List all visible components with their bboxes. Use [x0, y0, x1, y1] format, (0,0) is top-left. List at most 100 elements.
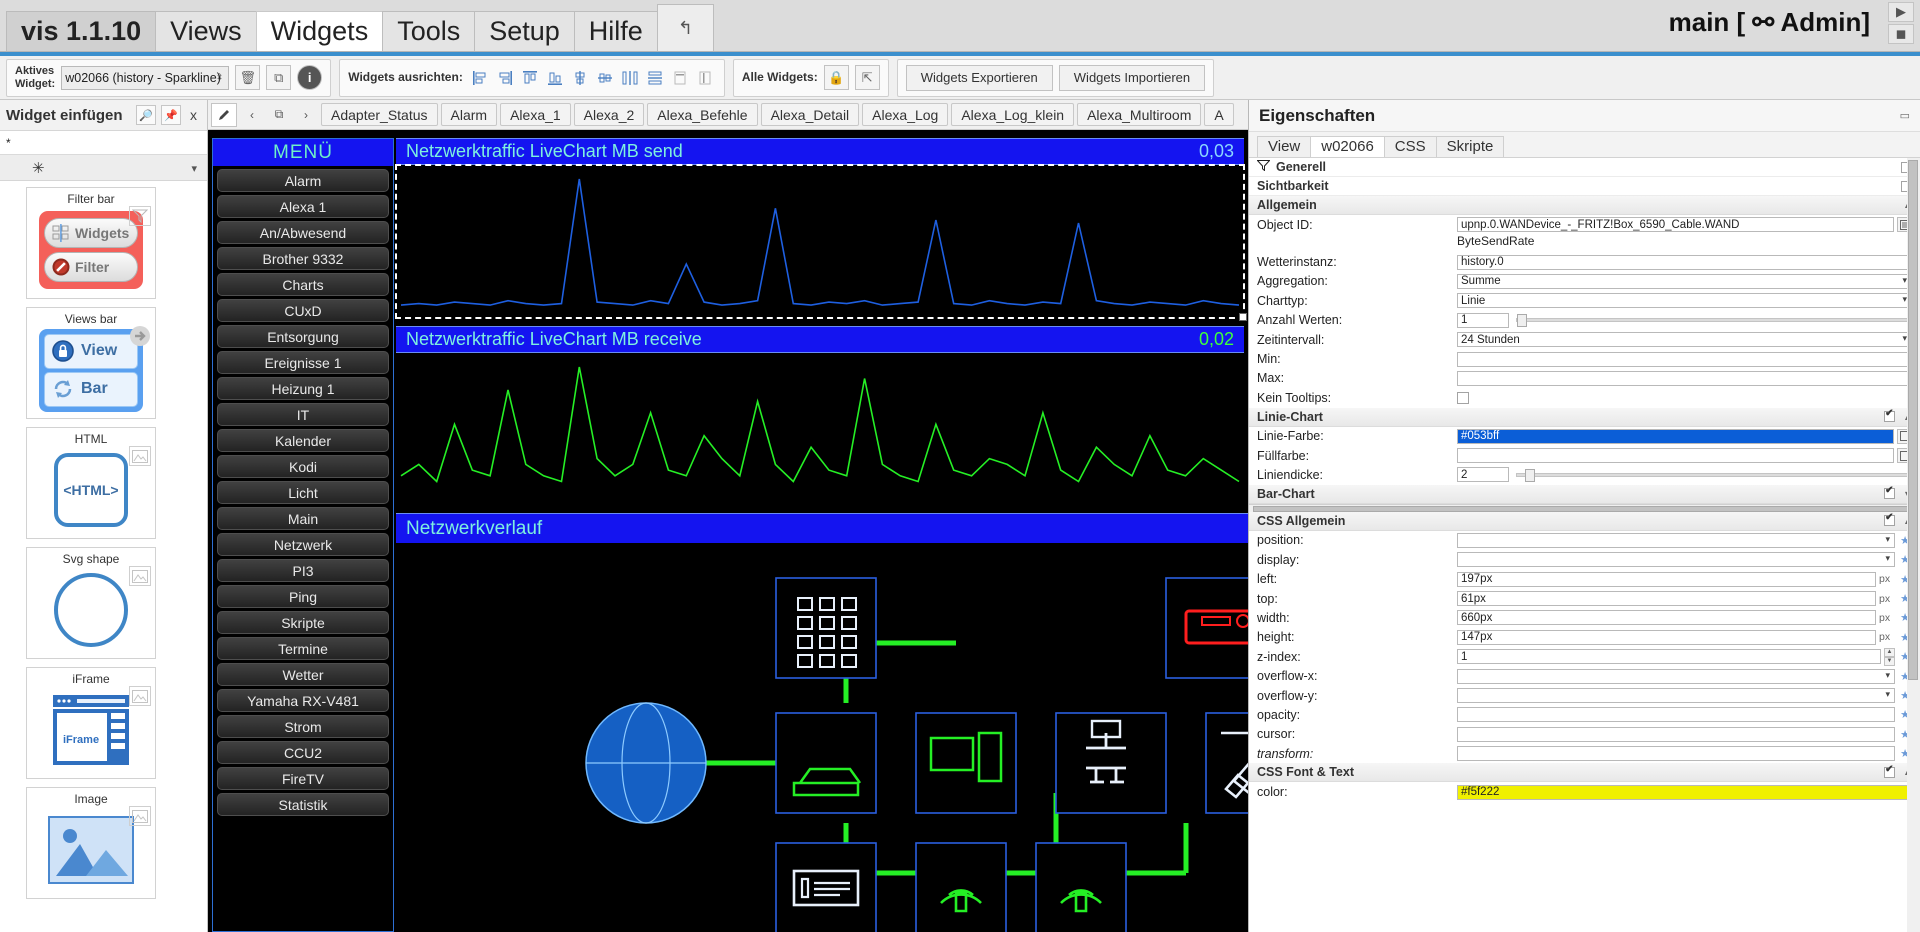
play-icon[interactable]: ▶: [1888, 1, 1914, 22]
view-menu-item[interactable]: Yamaha RX-V481: [217, 689, 389, 712]
slider-knob[interactable]: [1525, 468, 1535, 482]
overflow-y-select[interactable]: [1457, 688, 1895, 703]
minimize-icon[interactable]: ▭: [1900, 109, 1910, 122]
menu-tab-widgets[interactable]: Widgets: [255, 11, 384, 51]
anzahl-werten-input[interactable]: 1: [1457, 312, 1509, 328]
view-tab-alexa-log-klein[interactable]: Alexa_Log_klein: [951, 103, 1075, 126]
section-sichtbarkeit[interactable]: Sichtbarkeit: [1249, 177, 1920, 196]
section-checkbox[interactable]: [1884, 485, 1896, 500]
view-menu-item[interactable]: Ping: [217, 585, 389, 608]
properties-tab-skripte[interactable]: Skripte: [1435, 136, 1505, 157]
menu-tab-setup[interactable]: Setup: [474, 11, 575, 51]
view-tab-adapter-status[interactable]: Adapter_Status: [321, 103, 438, 126]
view-tab-alexa-multiroom[interactable]: Alexa_Multiroom: [1077, 103, 1202, 126]
distribute-horizontal-icon[interactable]: [619, 66, 641, 90]
undo-icon[interactable]: ↰: [656, 4, 714, 51]
chart-send[interactable]: Netzwerktraffic LiveChart MB send 0,03: [395, 138, 1247, 321]
close-icon[interactable]: x: [186, 107, 201, 123]
liniendicke-input[interactable]: 2: [1457, 467, 1509, 483]
aggregation-select[interactable]: Summe: [1457, 273, 1912, 289]
object-id-input[interactable]: upnp.0.WANDevice_-_FRITZ!Box_6590_Cable.…: [1457, 217, 1894, 233]
view-menu-item[interactable]: Termine: [217, 637, 389, 660]
palette-group-header[interactable]: ✳ ▾: [0, 155, 207, 181]
palette-card-html[interactable]: HTML <HTML>: [26, 427, 156, 539]
view-menu-item[interactable]: CCU2: [217, 741, 389, 764]
align-bottom-icon[interactable]: [544, 66, 566, 90]
anzahl-werten-slider[interactable]: [1516, 314, 1908, 328]
color-input[interactable]: #f5f222: [1457, 784, 1912, 800]
pin-icon[interactable]: 📌: [161, 105, 181, 125]
display-select[interactable]: [1457, 552, 1895, 568]
section-bar-chart[interactable]: Bar-Chart ▼: [1249, 484, 1920, 504]
palette-card-svg[interactable]: Svg shape: [26, 547, 156, 659]
distribute-vertical-icon[interactable]: [644, 66, 666, 90]
overflow-x-select[interactable]: [1457, 668, 1895, 684]
section-css-font-text[interactable]: CSS Font & Text ▲: [1249, 763, 1920, 783]
copy-view-button[interactable]: ⧉: [267, 103, 291, 127]
view-menu-item[interactable]: Kalender: [217, 429, 389, 452]
bar-chart-scrollbar[interactable]: [1249, 503, 1920, 512]
palette-card-filterbar[interactable]: Filter bar Widgets Filter: [26, 187, 156, 299]
zeitintervall-select[interactable]: 24 Stunden: [1457, 332, 1912, 348]
section-generell[interactable]: Generell: [1249, 158, 1920, 177]
view-tab-alarm[interactable]: Alarm: [440, 103, 498, 126]
fuellfarbe-input[interactable]: [1457, 448, 1894, 464]
opacity-input[interactable]: [1457, 707, 1895, 723]
kein-tooltips-checkbox[interactable]: [1457, 391, 1469, 404]
chart-send-plot[interactable]: [395, 164, 1247, 321]
align-horizontal-center-icon[interactable]: [594, 66, 616, 90]
info-widget-button[interactable]: i: [297, 65, 323, 90]
view-tab-partial[interactable]: A: [1204, 103, 1234, 126]
view-menu-item[interactable]: PI3: [217, 559, 389, 582]
same-width-icon[interactable]: [669, 66, 691, 90]
align-right-icon[interactable]: [494, 66, 516, 90]
zindex-input[interactable]: 1: [1457, 649, 1881, 665]
width-input[interactable]: 660px: [1457, 610, 1876, 626]
section-linie-chart[interactable]: Linie-Chart ▲: [1249, 407, 1920, 427]
menu-tab-hilfe[interactable]: Hilfe: [573, 11, 658, 51]
align-top-icon[interactable]: [519, 66, 541, 90]
properties-scrollbar[interactable]: [1907, 158, 1920, 932]
section-checkbox[interactable]: [1884, 764, 1896, 778]
palette-card-viewsbar[interactable]: Views bar View Bar: [26, 307, 156, 419]
view-menu-item[interactable]: Strom: [217, 715, 389, 738]
section-css-allgemein[interactable]: CSS Allgemein ▲: [1249, 511, 1920, 531]
view-menu-item[interactable]: Skripte: [217, 611, 389, 634]
left-input[interactable]: 197px: [1457, 571, 1876, 587]
view-menu-item[interactable]: Entsorgung: [217, 325, 389, 348]
align-vertical-center-icon[interactable]: [569, 66, 591, 90]
view-menu-item[interactable]: Brother 9332: [217, 247, 389, 270]
view-menu-item[interactable]: Wetter: [217, 663, 389, 686]
wetterinstanz-input[interactable]: history.0: [1457, 254, 1912, 270]
view-tab-alexa-log[interactable]: Alexa_Log: [862, 103, 949, 126]
top-input[interactable]: 61px: [1457, 591, 1876, 607]
section-checkbox[interactable]: [1884, 512, 1896, 527]
charttyp-select[interactable]: Linie: [1457, 293, 1912, 309]
view-menu-item[interactable]: Licht: [217, 481, 389, 504]
delete-widget-button[interactable]: 🗑: [235, 65, 261, 90]
view-tab-alexa-2[interactable]: Alexa_2: [573, 103, 645, 126]
view-menu-item[interactable]: Ereignisse 1: [217, 351, 389, 374]
view-canvas[interactable]: MENÜ Alarm Alexa 1 An/Abwesend Brother 9…: [208, 130, 1248, 932]
lock-icon[interactable]: 🔒: [823, 65, 849, 90]
resize-handle[interactable]: [1239, 313, 1247, 321]
properties-tab-css[interactable]: CSS: [1383, 136, 1437, 157]
palette-filter-input[interactable]: *: [0, 131, 207, 155]
view-menu-item[interactable]: An/Abwesend: [217, 221, 389, 244]
network-diagram[interactable]: [396, 543, 1248, 932]
min-input[interactable]: [1457, 351, 1912, 367]
view-menu-item[interactable]: Kodi: [217, 455, 389, 478]
view-menu-item[interactable]: Statistik: [217, 793, 389, 816]
palette-card-iframe[interactable]: iFrame iFrame: [26, 667, 156, 779]
import-widgets-button[interactable]: Widgets Importieren: [1058, 64, 1206, 91]
slider-knob[interactable]: [1517, 314, 1527, 328]
liniendicke-slider[interactable]: [1516, 468, 1908, 482]
view-tab-alexa-detail[interactable]: Alexa_Detail: [760, 103, 860, 126]
active-widget-select[interactable]: w02066 (history - Sparkline) ⇳: [61, 65, 230, 90]
view-menu-item[interactable]: Netzwerk: [217, 533, 389, 556]
height-input[interactable]: 147px: [1457, 629, 1876, 645]
align-left-icon[interactable]: [469, 66, 491, 90]
expand-icon[interactable]: ⇱: [854, 65, 880, 90]
menu-tab-views[interactable]: Views: [155, 11, 257, 51]
linie-farbe-input[interactable]: #053bff: [1457, 428, 1894, 444]
